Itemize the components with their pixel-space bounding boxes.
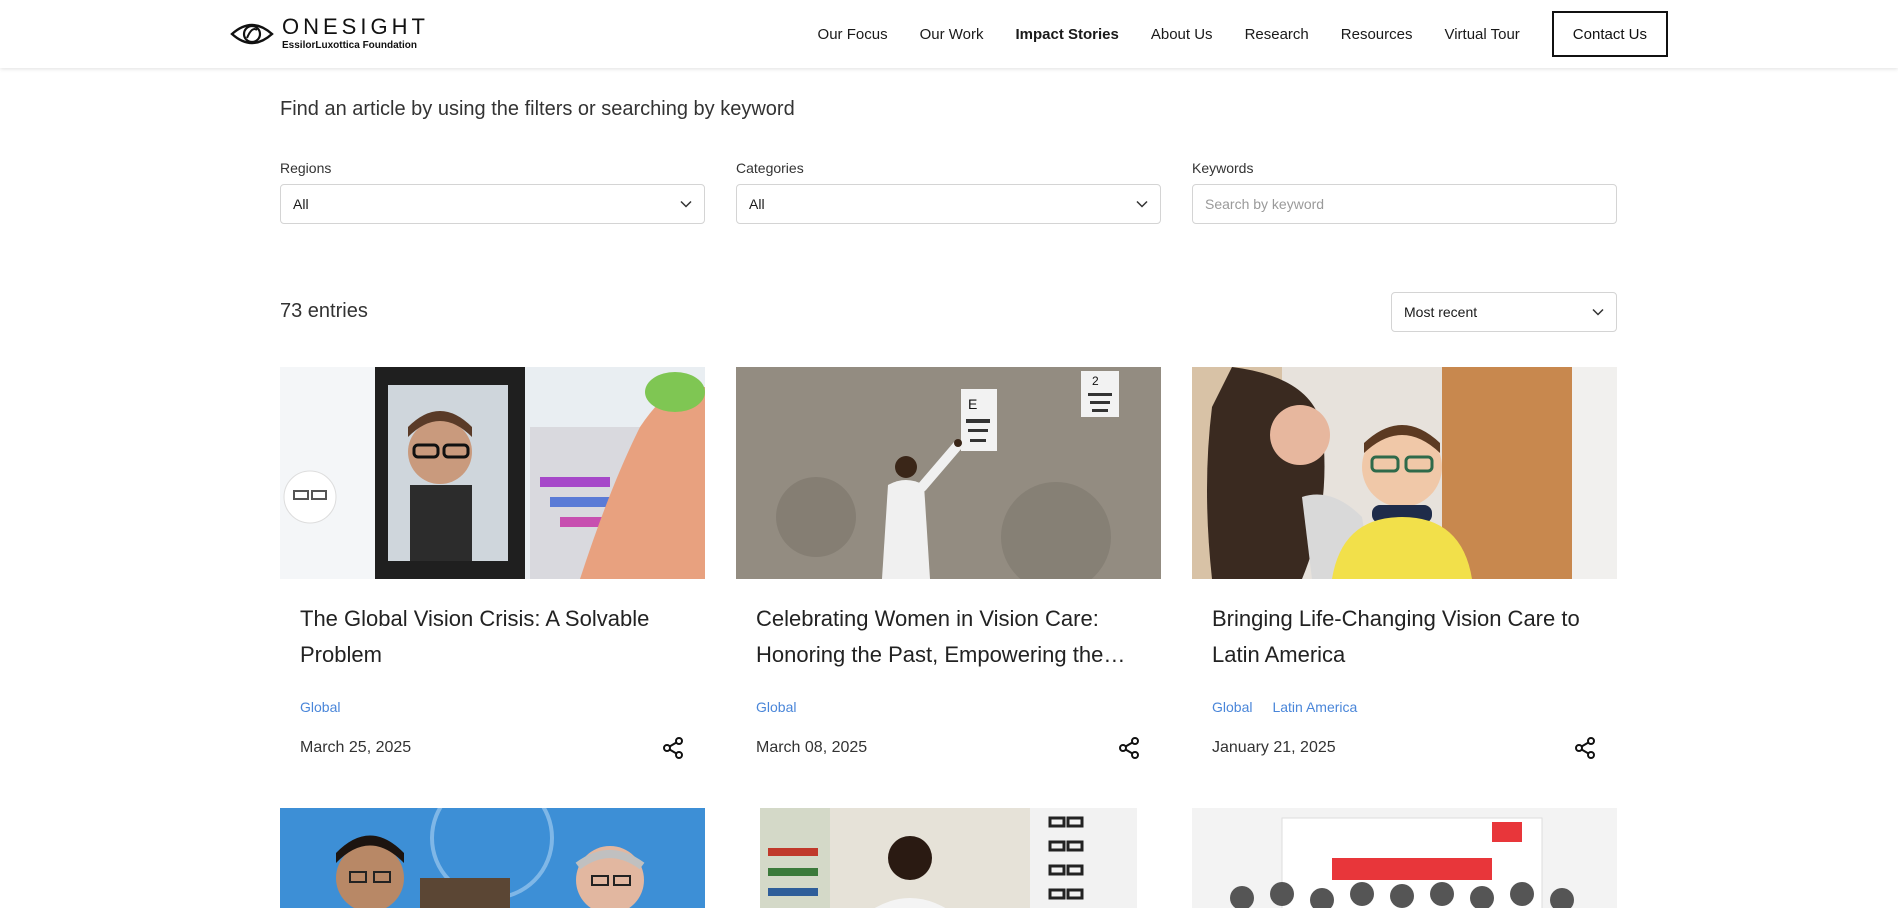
article-card[interactable] xyxy=(280,808,705,908)
nav-resources[interactable]: Resources xyxy=(1341,26,1413,43)
categories-label: Categories xyxy=(736,160,804,176)
article-date: January 21, 2025 xyxy=(1212,739,1336,756)
eye-logo-icon xyxy=(230,23,274,45)
article-image[interactable] xyxy=(280,808,705,908)
regions-value: All xyxy=(293,196,309,212)
keywords-filter: Keywords Search by keyword xyxy=(1192,160,1617,224)
article-title[interactable]: The Global Vision Crisis: A Solvable Pro… xyxy=(300,601,685,673)
article-card[interactable]: The Global Vision Crisis: A Solvable Pro… xyxy=(280,367,705,761)
article-tags: Global xyxy=(300,699,685,715)
chevron-down-icon xyxy=(1592,308,1604,316)
article-image[interactable] xyxy=(1192,367,1617,579)
share-icon[interactable] xyxy=(1117,736,1141,760)
article-date: March 25, 2025 xyxy=(300,739,412,756)
article-tags: Global xyxy=(756,699,1141,715)
article-card[interactable]: E 2 Celebrating Women in Vision Care: Ho… xyxy=(736,367,1161,761)
article-meta: January 21, 2025 xyxy=(1212,735,1597,761)
share-icon[interactable] xyxy=(661,736,685,760)
article-image[interactable] xyxy=(760,808,1137,908)
svg-text:E: E xyxy=(968,396,977,412)
article-image[interactable]: E 2 xyxy=(736,367,1161,579)
nav-our-focus[interactable]: Our Focus xyxy=(818,26,888,43)
article-card[interactable] xyxy=(1192,808,1617,908)
sort-value: Most recent xyxy=(1404,304,1478,320)
logo-subtitle: EssilorLuxottica Foundation xyxy=(282,40,418,51)
entries-count: 73 entries xyxy=(280,300,368,322)
article-date: March 08, 2025 xyxy=(756,739,868,756)
nav-about-us[interactable]: About Us xyxy=(1151,26,1213,43)
contact-us-button[interactable]: Contact Us xyxy=(1551,11,1668,57)
tag-link[interactable]: Latin America xyxy=(1272,699,1357,715)
keywords-label: Keywords xyxy=(1192,160,1254,176)
keyword-search-input[interactable]: Search by keyword xyxy=(1192,184,1617,224)
svg-text:2: 2 xyxy=(1092,374,1099,388)
article-image[interactable] xyxy=(1192,808,1617,908)
categories-value: All xyxy=(749,196,765,212)
tag-link[interactable]: Global xyxy=(756,699,796,715)
chevron-down-icon xyxy=(680,200,692,208)
article-image[interactable] xyxy=(280,367,705,579)
article-tags: Global Latin America xyxy=(1212,699,1597,715)
tag-link[interactable]: Global xyxy=(300,699,340,715)
categories-filter: Categories All xyxy=(736,160,1161,224)
article-meta: March 08, 2025 xyxy=(756,735,1141,761)
regions-label: Regions xyxy=(280,160,332,176)
regions-filter: Regions All xyxy=(280,160,705,224)
site-header: ONESIGHT EssilorLuxottica Foundation Our… xyxy=(0,0,1898,68)
nav-our-work[interactable]: Our Work xyxy=(920,26,984,43)
regions-select[interactable]: All xyxy=(280,184,705,224)
tag-link[interactable]: Global xyxy=(1212,699,1252,715)
nav-impact-stories[interactable]: Impact Stories xyxy=(1015,26,1118,43)
nav-research[interactable]: Research xyxy=(1245,26,1309,43)
article-title[interactable]: Bringing Life-Changing Vision Care to La… xyxy=(1212,601,1597,673)
article-meta: March 25, 2025 xyxy=(300,735,685,761)
article-card[interactable] xyxy=(760,808,1137,908)
results-bar: 73 entries Most recent xyxy=(280,292,1617,332)
sort-select[interactable]: Most recent xyxy=(1391,292,1617,332)
share-icon[interactable] xyxy=(1573,736,1597,760)
intro-text: Find an article by using the filters or … xyxy=(280,98,795,120)
chevron-down-icon xyxy=(1136,200,1148,208)
nav-virtual-tour[interactable]: Virtual Tour xyxy=(1444,26,1519,43)
article-title[interactable]: Celebrating Women in Vision Care: Honori… xyxy=(756,601,1141,673)
main-nav: Our Focus Our Work Impact Stories About … xyxy=(786,0,1668,68)
article-card[interactable]: Bringing Life-Changing Vision Care to La… xyxy=(1192,367,1617,761)
categories-select[interactable]: All xyxy=(736,184,1161,224)
site-logo[interactable]: ONESIGHT EssilorLuxottica Foundation xyxy=(230,14,429,54)
filters: Regions All Categories All Keywords Sear… xyxy=(280,160,1617,224)
logo-wordmark: ONESIGHT xyxy=(282,14,429,39)
